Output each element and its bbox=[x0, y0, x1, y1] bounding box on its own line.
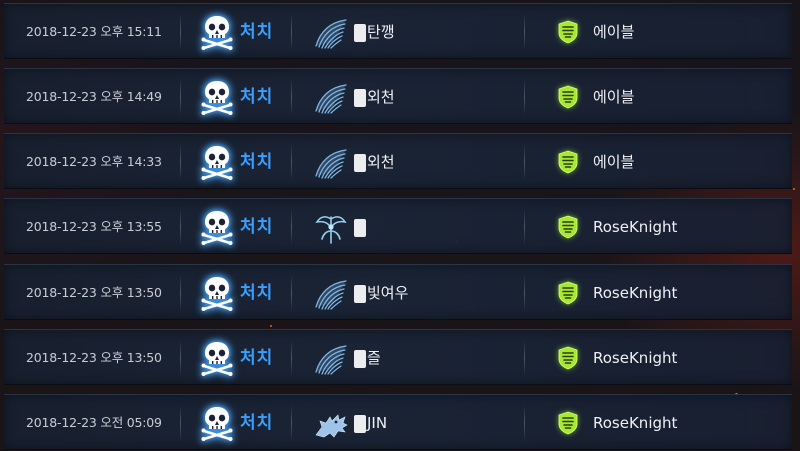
player-name: 탄깽 bbox=[354, 4, 395, 60]
timestamp: 2018-12-23 오후 13:55 bbox=[26, 219, 162, 234]
timestamp: 2018-12-23 오후 13:50 bbox=[26, 350, 162, 365]
kill-log-row[interactable]: 2018-12-23 오후 13:50 bbox=[4, 264, 792, 320]
wing-icon bbox=[315, 19, 347, 49]
guild-name: RoseKnight bbox=[593, 284, 678, 302]
redacted-blur bbox=[354, 414, 366, 433]
player-name: JIN bbox=[354, 395, 387, 451]
redacted-blur bbox=[354, 88, 366, 107]
column-divider bbox=[291, 14, 292, 50]
guild-name: RoseKnight bbox=[593, 349, 678, 367]
timestamp: 2018-12-23 오전 05:09 bbox=[26, 415, 162, 430]
redacted-blur bbox=[354, 284, 366, 303]
timestamp: 2018-12-23 오후 15:11 bbox=[26, 24, 162, 39]
kill-log-row[interactable]: 2018-12-23 오후 13:55 처치 RoseKnight bbox=[4, 198, 792, 254]
skull-crossbones-icon bbox=[201, 342, 233, 376]
guild-emblem-icon bbox=[558, 150, 578, 174]
column-divider bbox=[180, 405, 181, 441]
guild-emblem-icon bbox=[558, 411, 578, 435]
skull-crossbones-icon bbox=[201, 407, 233, 441]
action-label: 처치 bbox=[240, 413, 274, 433]
column-divider bbox=[524, 14, 525, 50]
kill-log-row[interactable]: 2018-12-23 오전 05:09 처치 JIN RoseKnight bbox=[4, 394, 792, 450]
timestamp: 2018-12-23 오후 14:33 bbox=[26, 154, 162, 169]
column-divider bbox=[180, 144, 181, 180]
wing-icon bbox=[315, 280, 347, 310]
player-name bbox=[354, 199, 367, 255]
redacted-blur bbox=[354, 349, 366, 368]
column-divider bbox=[291, 79, 292, 115]
redacted-blur bbox=[354, 153, 366, 172]
action-label: 처치 bbox=[240, 87, 274, 107]
guild-emblem-icon bbox=[558, 20, 578, 44]
column-divider bbox=[180, 14, 181, 50]
kill-log-row[interactable]: 2018-12-23 오후 14:33 처치 외천 에이블 bbox=[4, 133, 792, 189]
wing-icon bbox=[315, 149, 347, 179]
guild-name: RoseKnight bbox=[593, 218, 678, 236]
action-label: 처치 bbox=[240, 22, 274, 42]
column-divider bbox=[291, 209, 292, 245]
player-name: 외천 bbox=[354, 69, 395, 125]
column-divider bbox=[291, 405, 292, 441]
column-divider bbox=[180, 79, 181, 115]
timestamp: 2018-12-23 오후 13:50 bbox=[26, 285, 162, 300]
guild-name: RoseKnight bbox=[593, 414, 678, 432]
guild-emblem-icon bbox=[558, 215, 578, 239]
skull-crossbones-icon bbox=[201, 146, 233, 180]
player-name-text: 탄깽 bbox=[367, 23, 395, 41]
guild-emblem-icon bbox=[558, 85, 578, 109]
player-name: 빛여우 bbox=[354, 265, 408, 321]
column-divider bbox=[291, 144, 292, 180]
timestamp: 2018-12-23 오후 14:49 bbox=[26, 89, 162, 104]
guild-name: 에이블 bbox=[593, 88, 635, 106]
player-name: 즐 bbox=[354, 330, 381, 386]
player-name-text: JIN bbox=[367, 414, 388, 432]
staff-icon bbox=[315, 216, 347, 244]
skull-crossbones-icon bbox=[201, 211, 233, 245]
column-divider bbox=[524, 144, 525, 180]
action-label: 처치 bbox=[240, 348, 274, 368]
skull-crossbones-icon bbox=[201, 16, 233, 50]
guild-emblem-icon bbox=[558, 346, 578, 370]
skull-crossbones-icon bbox=[201, 81, 233, 115]
player-name: 외천 bbox=[354, 134, 395, 190]
column-divider bbox=[524, 405, 525, 441]
action-label: 처치 bbox=[240, 283, 274, 303]
action-label: 처치 bbox=[240, 217, 274, 237]
column-divider bbox=[291, 340, 292, 376]
guild-name: 에이블 bbox=[593, 153, 635, 171]
column-divider bbox=[524, 209, 525, 245]
redacted-blur bbox=[354, 218, 366, 237]
wing-icon bbox=[315, 345, 347, 375]
skull-crossbones-icon bbox=[201, 277, 233, 311]
column-divider bbox=[524, 275, 525, 311]
kill-log-row[interactable]: 2018-12-23 오후 15:11 처치 탄깽 에이블 bbox=[4, 3, 792, 59]
column-divider bbox=[180, 275, 181, 311]
redacted-blur bbox=[354, 23, 366, 42]
player-name-text: 빛여우 bbox=[367, 284, 409, 302]
wing-icon bbox=[315, 84, 347, 114]
column-divider bbox=[524, 340, 525, 376]
column-divider bbox=[180, 209, 181, 245]
player-name-text: 즐 bbox=[367, 349, 381, 367]
column-divider bbox=[180, 340, 181, 376]
action-label: 처치 bbox=[240, 152, 274, 172]
player-name-text: 외천 bbox=[367, 88, 395, 106]
kill-log-row[interactable]: 2018-12-23 오후 13:50 bbox=[4, 329, 792, 385]
guild-name: 에이블 bbox=[593, 23, 635, 41]
kill-log-row[interactable]: 2018-12-23 오후 14:49 처치 외천 에이블 bbox=[4, 68, 792, 124]
guild-emblem-icon bbox=[558, 281, 578, 305]
column-divider bbox=[524, 79, 525, 115]
column-divider bbox=[291, 275, 292, 311]
player-name-text: 외천 bbox=[367, 153, 395, 171]
dragon-icon bbox=[315, 414, 348, 438]
